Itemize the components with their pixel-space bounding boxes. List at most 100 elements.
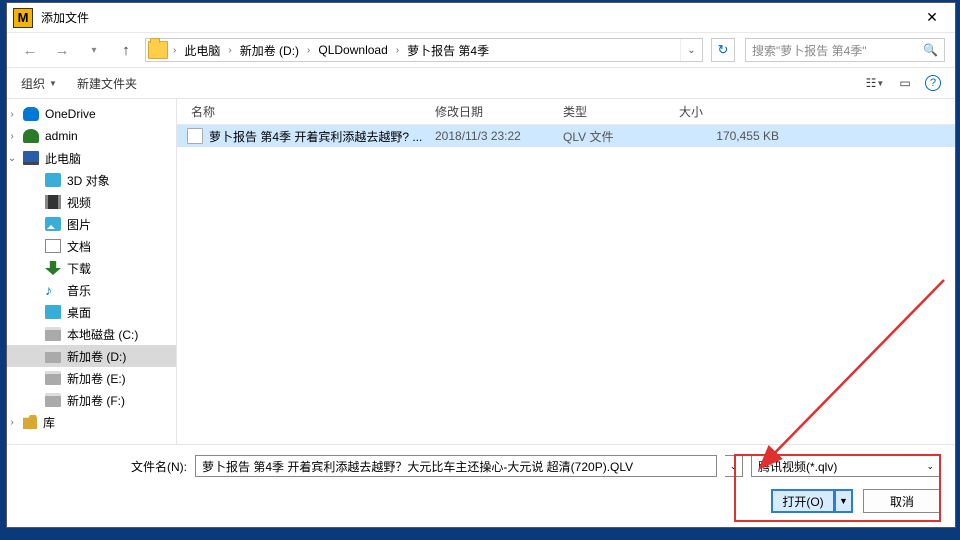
sidebar-item-pictures[interactable]: 图片	[7, 213, 176, 235]
sidebar-item-drive-d[interactable]: 新加卷 (D:)	[7, 345, 176, 367]
sidebar-item-drive-c[interactable]: 本地磁盘 (C:)	[7, 323, 176, 345]
bottom-panel: 文件名(N): 萝卜报告 第4季 开着宾利添越去越野？大元比车主还操心-大元说 …	[7, 444, 955, 527]
sidebar-item-label: 此电脑	[45, 150, 81, 167]
file-type-filter[interactable]: 腾讯视频(*.qlv) ⌄	[751, 455, 941, 477]
column-name[interactable]: 名称	[177, 103, 435, 120]
breadcrumb-item[interactable]: 萝卜报告 第4季	[404, 42, 492, 59]
open-dropdown[interactable]: ▼	[835, 489, 853, 513]
filename-value: 萝卜报告 第4季 开着宾利添越去越野？大元比车主还操心-大元说 超清(720P)…	[202, 458, 633, 475]
sidebar-item-label: 视频	[67, 194, 91, 211]
recent-dropdown[interactable]: ▾	[81, 37, 107, 63]
column-date[interactable]: 修改日期	[435, 103, 563, 120]
organize-label: 组织	[21, 75, 45, 92]
chevron-right-icon[interactable]: ›	[223, 45, 236, 56]
column-size[interactable]: 大小	[679, 103, 799, 120]
breadcrumb[interactable]: › 此电脑 › 新加卷 (D:) › QLDownload › 萝卜报告 第4季…	[145, 38, 703, 62]
download-icon	[45, 261, 61, 275]
file-list[interactable]: 萝卜报告 第4季 开着宾利添越去越野? ... 2018/11/3 23:22 …	[177, 125, 955, 444]
video-icon	[45, 195, 61, 209]
chevron-down-icon: ▼	[49, 79, 57, 88]
drive-icon	[45, 393, 61, 407]
sidebar-item-libraries[interactable]: ›库	[7, 411, 176, 433]
breadcrumb-item[interactable]: 新加卷 (D:)	[237, 42, 302, 59]
column-headers: 名称 修改日期 类型 大小	[177, 99, 955, 125]
folder-icon	[148, 41, 168, 59]
file-row[interactable]: 萝卜报告 第4季 开着宾利添越去越野? ... 2018/11/3 23:22 …	[177, 125, 955, 147]
cloud-icon	[23, 107, 39, 121]
breadcrumb-item[interactable]: 此电脑	[181, 42, 223, 59]
forward-button: →	[49, 37, 75, 63]
document-icon	[45, 239, 61, 253]
music-icon: ♪	[45, 283, 61, 297]
sidebar-item-desktop[interactable]: 桌面	[7, 301, 176, 323]
open-button-group: 打开(O) ▼	[771, 489, 853, 513]
sidebar-item-music[interactable]: ♪ 音乐	[7, 279, 176, 301]
sidebar-item-user[interactable]: › admin	[7, 125, 176, 147]
sidebar-item-label: 桌面	[67, 304, 91, 321]
sidebar-item-label: 音乐	[67, 282, 91, 299]
sidebar-item-videos[interactable]: 视频	[7, 191, 176, 213]
view-options-button[interactable]: ☷ ▼	[865, 74, 885, 92]
sidebar-item-label: 本地磁盘 (C:)	[67, 326, 138, 343]
main-area: ›OneDrive ›admin ⌄此电脑 3D 对象 视频 图片 文档 下载 …	[7, 99, 955, 444]
close-button[interactable]: ✕	[909, 3, 955, 33]
titlebar: M 添加文件 ✕	[7, 3, 955, 33]
file-date: 2018/11/3 23:22	[435, 129, 563, 143]
file-type: QLV 文件	[563, 128, 679, 145]
drive-icon	[45, 349, 61, 363]
filename-input[interactable]: 萝卜报告 第4季 开着宾利添越去越野？大元比车主还操心-大元说 超清(720P)…	[195, 455, 717, 477]
filename-label: 文件名(N):	[131, 458, 187, 475]
library-icon	[23, 415, 37, 429]
sidebar-item-documents[interactable]: 文档	[7, 235, 176, 257]
breadcrumb-item[interactable]: QLDownload	[315, 43, 390, 57]
drive-icon	[45, 327, 61, 341]
sidebar-item-label: 新加卷 (D:)	[67, 348, 126, 365]
sidebar-item-label: admin	[45, 129, 78, 143]
open-label: 打开(O)	[782, 493, 823, 510]
file-name: 萝卜报告 第4季 开着宾利添越去越野? ...	[209, 128, 435, 145]
sidebar-item-drive-e[interactable]: 新加卷 (E:)	[7, 367, 176, 389]
chevron-down-icon: ⌄	[926, 461, 934, 472]
preview-button[interactable]: ▭	[895, 74, 915, 92]
sidebar-item-downloads[interactable]: 下载	[7, 257, 176, 279]
help-button[interactable]: ?	[925, 75, 941, 91]
chevron-right-icon[interactable]: ›	[168, 45, 181, 56]
open-button[interactable]: 打开(O)	[771, 489, 835, 513]
sidebar-item-label: 库	[43, 414, 55, 431]
sidebar-item-label: 新加卷 (F:)	[67, 392, 125, 409]
sidebar-item-label: 文档	[67, 238, 91, 255]
back-button[interactable]: ←	[17, 37, 43, 63]
sidebar-item-thispc[interactable]: ⌄ 此电脑	[7, 147, 176, 169]
sidebar-item-onedrive[interactable]: ›OneDrive	[7, 103, 176, 125]
file-icon	[187, 128, 203, 144]
refresh-button[interactable]: ↻	[711, 38, 735, 62]
toolbar: 组织 ▼ 新建文件夹 ☷ ▼ ▭ ?	[7, 67, 955, 99]
expand-icon[interactable]: ›	[7, 109, 17, 120]
file-list-area: 名称 修改日期 类型 大小 萝卜报告 第4季 开着宾利添越去越野? ... 20…	[177, 99, 955, 444]
search-placeholder: 搜索"萝卜报告 第4季"	[752, 42, 923, 59]
expand-icon[interactable]: ›	[7, 131, 17, 142]
app-icon: M	[13, 8, 33, 28]
breadcrumb-dropdown[interactable]: ⌄	[680, 39, 702, 61]
sidebar-item-3dobjects[interactable]: 3D 对象	[7, 169, 176, 191]
search-input[interactable]: 搜索"萝卜报告 第4季" 🔍	[745, 38, 945, 62]
pc-icon	[23, 151, 39, 165]
new-folder-button[interactable]: 新建文件夹	[77, 75, 137, 92]
chevron-right-icon[interactable]: ›	[391, 45, 404, 56]
expand-icon[interactable]: ›	[7, 417, 17, 428]
sidebar-item-label: 图片	[67, 216, 91, 233]
sidebar-item-label: 3D 对象	[67, 172, 110, 189]
user-icon	[23, 129, 39, 143]
sidebar-item-label: 下载	[67, 260, 91, 277]
sidebar-item-drive-f[interactable]: 新加卷 (F:)	[7, 389, 176, 411]
up-button[interactable]: ↑	[113, 37, 139, 63]
expand-icon[interactable]: ⌄	[7, 153, 17, 164]
cancel-button[interactable]: 取消	[863, 489, 941, 513]
filename-history-dropdown[interactable]: ⌄	[725, 455, 743, 477]
desktop-icon	[45, 305, 61, 319]
chevron-right-icon[interactable]: ›	[302, 45, 315, 56]
picture-icon	[45, 217, 61, 231]
column-type[interactable]: 类型	[563, 103, 679, 120]
file-size: 170,455 KB	[679, 129, 779, 143]
organize-menu[interactable]: 组织 ▼	[21, 75, 57, 92]
